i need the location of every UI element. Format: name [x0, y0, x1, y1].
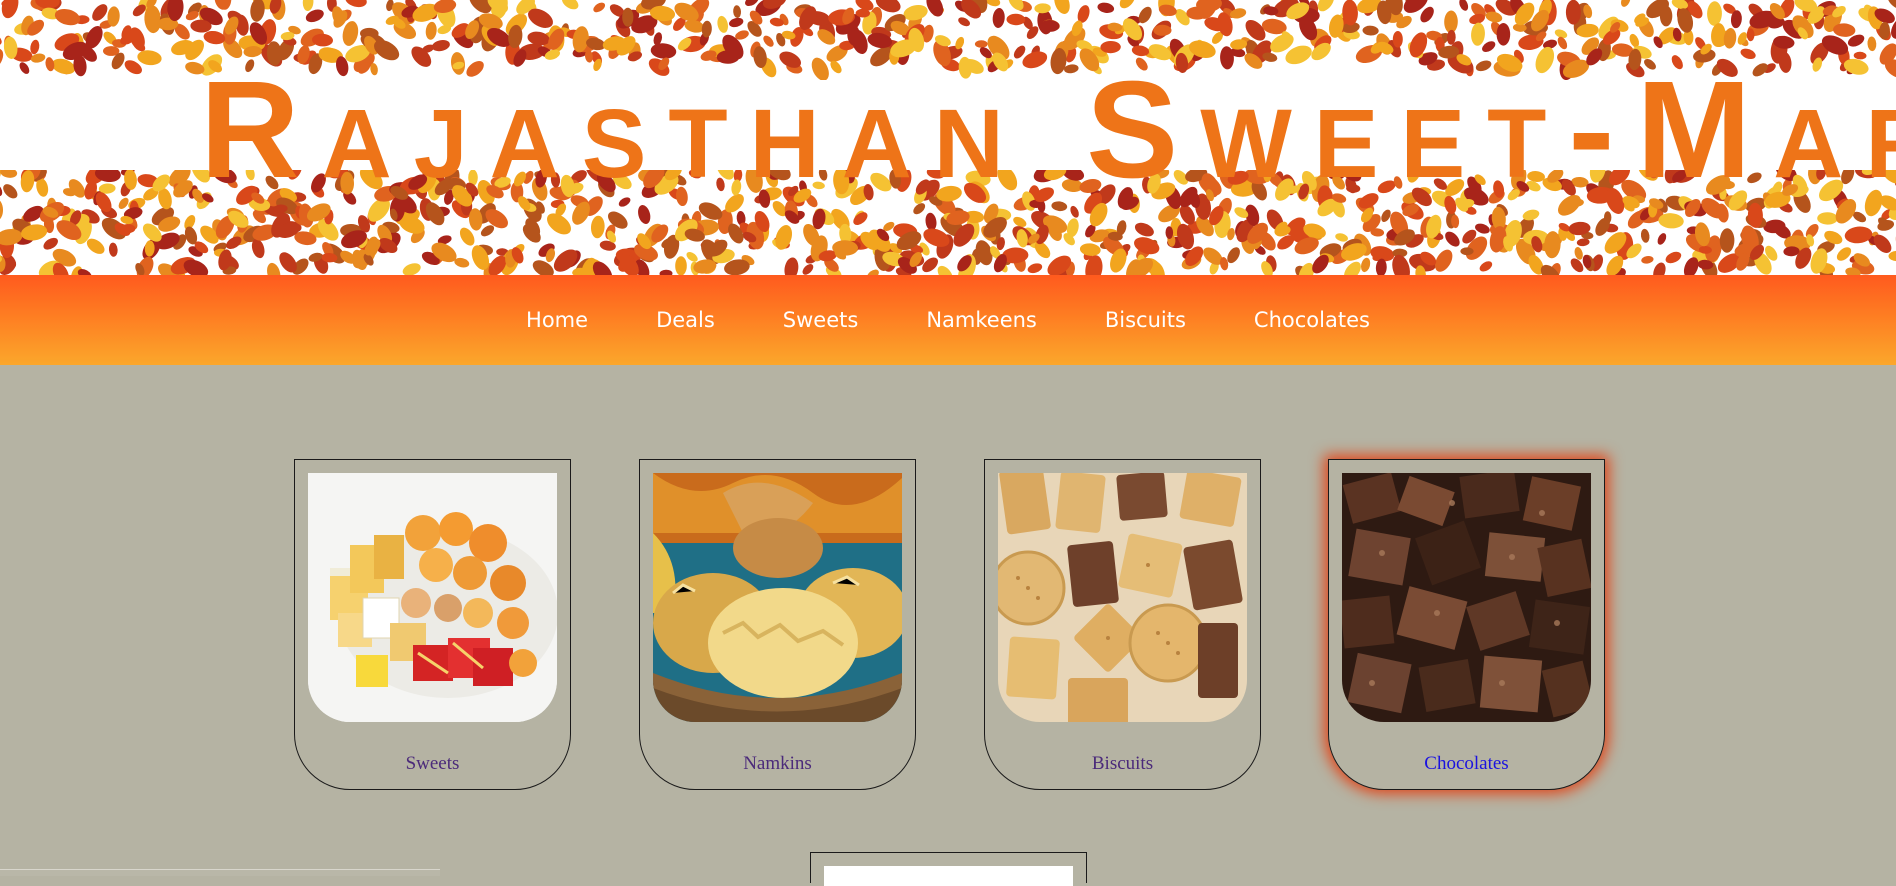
card-chocolates[interactable]: Chocolates — [1328, 459, 1605, 790]
nav-home-link[interactable]: Home — [492, 308, 622, 332]
site-title: Rajasthan Sweet-Mart. — [200, 60, 1700, 200]
card-namkins[interactable]: Namkins — [639, 459, 916, 790]
card-biscuits[interactable]: Biscuits — [984, 459, 1261, 790]
nav-namkeens-link[interactable]: Namkeens — [892, 308, 1071, 332]
main-navbar: Home Deals Sweets Namkeens Biscuits Choc… — [0, 275, 1896, 365]
biscuits-image — [998, 473, 1247, 722]
namkins-image — [653, 473, 902, 722]
card-label-biscuits[interactable]: Biscuits — [985, 753, 1260, 775]
next-row-card-image — [824, 866, 1073, 886]
nav-deals-link[interactable]: Deals — [622, 308, 749, 332]
sweets-image — [308, 473, 557, 722]
card-label-chocolates[interactable]: Chocolates — [1329, 753, 1604, 775]
header-banner: Rajasthan Sweet-Mart. — [0, 0, 1896, 275]
card-label-sweets[interactable]: Sweets — [295, 753, 570, 775]
nav-biscuits-link[interactable]: Biscuits — [1071, 308, 1220, 332]
nav-chocolates-link[interactable]: Chocolates — [1220, 308, 1404, 332]
nav-sweets-link[interactable]: Sweets — [749, 308, 893, 332]
nav-list: Home Deals Sweets Namkeens Biscuits Choc… — [492, 275, 1404, 365]
card-sweets[interactable]: Sweets — [294, 459, 571, 790]
chocolates-image — [1342, 473, 1591, 722]
card-label-namkins[interactable]: Namkins — [640, 753, 915, 775]
next-row-card[interactable] — [810, 852, 1087, 883]
